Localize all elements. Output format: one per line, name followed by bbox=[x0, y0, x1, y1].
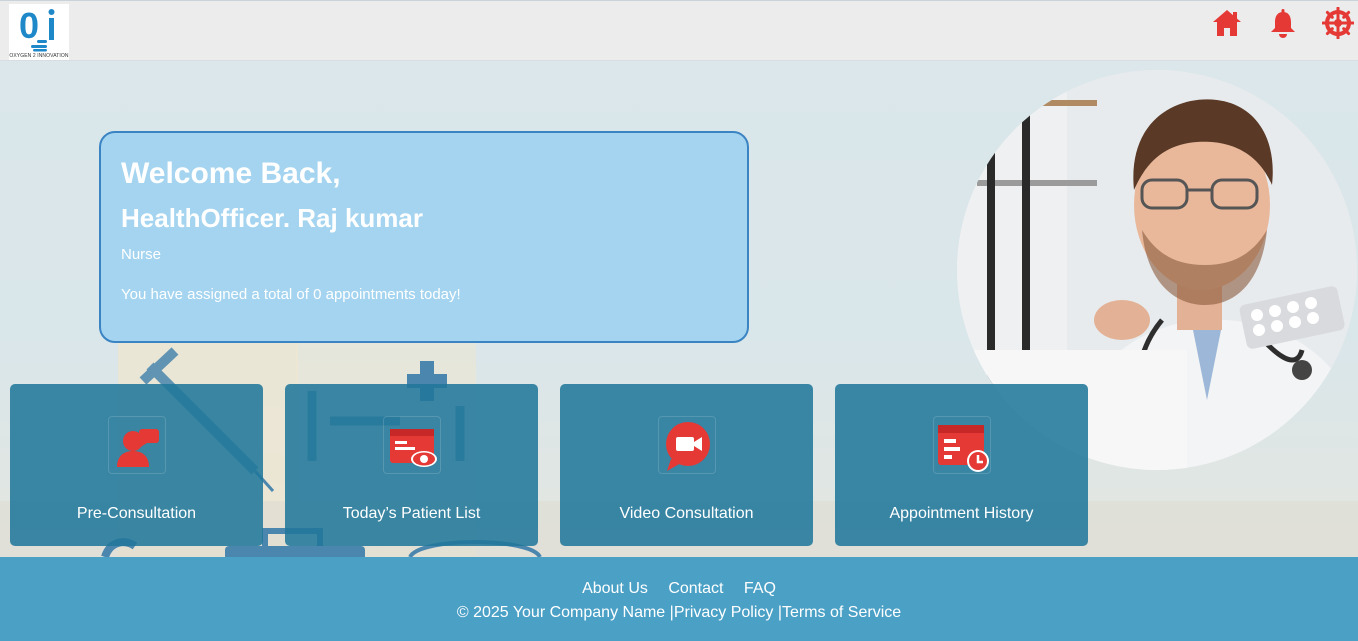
svg-text:0: 0 bbox=[19, 5, 39, 46]
copyright-text: © 2025 Your Company Name | bbox=[456, 604, 674, 621]
calendar-clock-icon bbox=[933, 416, 991, 474]
tile-pre-consultation[interactable]: Pre-Consultation bbox=[10, 384, 263, 546]
footer-link-about-us[interactable]: About Us bbox=[582, 580, 648, 597]
user-role: Nurse bbox=[121, 246, 162, 263]
settings-icon[interactable] bbox=[1322, 7, 1354, 39]
footer-links: About Us Contact FAQ bbox=[0, 580, 1358, 598]
logo-text: OXYGEN 2 INNOVATION bbox=[9, 53, 69, 59]
tile-label: Appointment History bbox=[889, 505, 1034, 522]
user-name: HealthOfficer. Raj kumar bbox=[121, 203, 423, 233]
bell-icon[interactable] bbox=[1267, 7, 1299, 39]
footer-copyright: © 2025 Your Company Name |Privacy Policy… bbox=[0, 604, 1358, 622]
page-footer: About Us Contact FAQ © 2025 Your Company… bbox=[0, 557, 1358, 641]
privacy-policy-link[interactable]: Privacy Policy | bbox=[674, 604, 782, 621]
user-chat-icon bbox=[108, 416, 166, 474]
logo-mark-icon: 0 bbox=[19, 5, 55, 52]
tile-label: Today’s Patient List bbox=[342, 505, 481, 522]
tile-todays-patient-list[interactable]: Today’s Patient List bbox=[285, 384, 538, 546]
tile-label: Video Consultation bbox=[619, 505, 754, 522]
tile-appointment-history[interactable]: Appointment History bbox=[835, 384, 1088, 546]
company-logo[interactable]: 0 OXYGEN 2 INNOVATION bbox=[9, 4, 69, 60]
video-chat-icon bbox=[658, 416, 716, 474]
welcome-title: Welcome Back, bbox=[121, 157, 341, 190]
tile-label: Pre-Consultation bbox=[76, 505, 197, 522]
welcome-card: Welcome Back, HealthOfficer. Raj kumar N… bbox=[99, 131, 749, 343]
top-header: 0 OXYGEN 2 INNOVATION bbox=[0, 0, 1358, 61]
footer-link-faq[interactable]: FAQ bbox=[744, 580, 776, 597]
home-icon[interactable] bbox=[1211, 7, 1243, 39]
terms-of-service-link[interactable]: Terms of Service bbox=[782, 604, 901, 621]
footer-link-contact[interactable]: Contact bbox=[668, 580, 723, 597]
tile-video-consultation[interactable]: Video Consultation bbox=[560, 384, 813, 546]
patient-list-eye-icon bbox=[383, 416, 441, 474]
appointments-summary: You have assigned a total of 0 appointme… bbox=[121, 286, 461, 303]
